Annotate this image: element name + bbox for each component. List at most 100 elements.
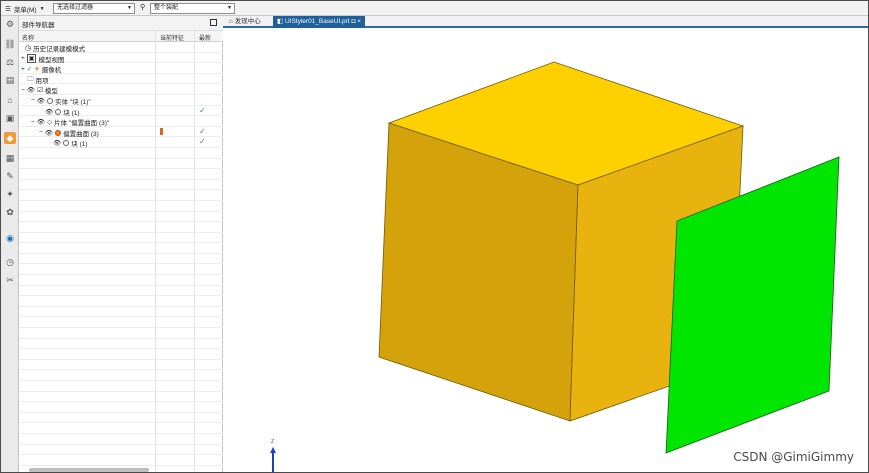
tree-row[interactable]: − 👁 偏置曲面 (3) ✓ (19, 127, 223, 138)
empty-row (19, 360, 223, 371)
tree-row-label: 模型视图 (38, 56, 65, 64)
pin-icon[interactable]: ◘ (351, 18, 355, 25)
tree-row[interactable]: − 👁 ☑ 模型 (19, 84, 223, 95)
assembly-scope-select[interactable]: 整个装配 ▼ (150, 3, 235, 14)
tree-row[interactable]: − 👁 ◇ 片体 "偏置曲面 (3)" (19, 116, 223, 127)
eye-icon[interactable]: 👁 (45, 108, 53, 116)
assembly-navigator-icon[interactable]: ⛓ (4, 38, 16, 50)
empty-row (19, 222, 223, 233)
window-frame: ☰ 菜单(M) ▼ 无选择过滤器 ▼ ⚲ 整个装配 ▼ ⚙ ⛓ ⚖ ▤ ⌂ ▣ … (0, 0, 869, 473)
roles-icon[interactable]: ✿ (4, 206, 16, 218)
empty-row (19, 339, 223, 350)
tree-row-label: 块 (1) (71, 141, 88, 149)
model-canvas[interactable] (223, 30, 868, 473)
empty-row (19, 286, 223, 297)
collapse-icon[interactable]: − (31, 119, 35, 126)
empty-row (19, 275, 223, 286)
eye-icon[interactable]: 👁 (37, 97, 45, 105)
system-scenes-icon[interactable]: ✂ (4, 274, 16, 286)
z-axis-arrow (270, 447, 276, 453)
empty-row (19, 264, 223, 276)
menu-button[interactable]: ☰ 菜单(M) ▼ (5, 3, 45, 14)
empty-row (19, 159, 223, 170)
tab-home[interactable]: ⌂ 发现中心 (225, 16, 265, 28)
clock-icon[interactable]: ◷ (4, 256, 16, 268)
empty-row (19, 423, 223, 434)
reuse-library-icon[interactable]: ⌂ (4, 94, 16, 106)
view-manager-icon[interactable]: ▣ (4, 112, 16, 124)
home-icon: ⌂ (229, 18, 233, 25)
tree-row[interactable]: 👁 块 (1) ✓ (19, 106, 223, 117)
expand-icon[interactable]: + (21, 66, 25, 73)
column-name[interactable]: 名称 (22, 33, 34, 42)
tab-home-label: 发现中心 (234, 18, 261, 25)
empty-row (19, 190, 223, 201)
watermark: CSDN @GimiGimmy (733, 450, 854, 464)
current-feature-marker (160, 127, 163, 135)
navigator-title: 部件导航器 (22, 22, 55, 29)
column-up-to-date[interactable]: 最新 (199, 33, 211, 42)
empty-row (19, 169, 223, 180)
empty-row (19, 392, 223, 403)
maximize-icon[interactable] (210, 19, 217, 26)
checkbox-icon[interactable]: ☑ (37, 86, 43, 94)
hamburger-icon: ☰ (5, 5, 11, 13)
column-current-feature[interactable]: 当前特征 (160, 33, 184, 42)
part-navigator-icon[interactable]: ▤ (4, 74, 16, 86)
eye-icon[interactable]: 👁 (37, 118, 45, 126)
tree-row-label: 模型 (44, 88, 58, 96)
camera-icon: ✈ (34, 66, 40, 74)
tree-row[interactable]: ◷ 历史记录建模模式 (19, 42, 223, 53)
tree-row[interactable]: 👁 块 (1) ✓ (19, 137, 223, 148)
tab-active-part[interactable]: ◧ UIStyler01_BaseUI.prt ◘ × (273, 16, 365, 28)
empty-row (19, 413, 223, 424)
chevron-down-icon: ▼ (127, 5, 132, 11)
tree-row[interactable]: + ▣ 模型视图 (19, 53, 223, 64)
eye-icon[interactable]: 👁 (45, 129, 53, 137)
block-icon (63, 140, 70, 147)
close-icon[interactable]: × (357, 18, 361, 25)
expand-icon[interactable]: + (21, 55, 25, 62)
history-icon[interactable]: ◆ (4, 132, 16, 144)
settings-icon[interactable]: ⚙ (4, 18, 16, 30)
filter-icon[interactable]: ⚲ (140, 3, 145, 11)
up-to-date-check-icon: ✓ (199, 137, 206, 147)
selection-filter-select[interactable]: 无选择过滤器 ▼ (53, 3, 135, 14)
menu-label: 菜单(M) (13, 6, 37, 14)
collapse-icon[interactable]: − (39, 129, 43, 136)
empty-row (19, 201, 223, 212)
up-to-date-check-icon: ✓ (199, 105, 206, 115)
collapse-icon[interactable]: − (21, 87, 25, 94)
assembly-scope-value: 整个装配 (154, 5, 179, 11)
eye-icon[interactable]: 👁 (27, 86, 35, 94)
up-to-date-check-icon: ✓ (199, 126, 206, 136)
top-toolbar: ☰ 菜单(M) ▼ 无选择过滤器 ▼ ⚲ 整个装配 ▼ (1, 1, 868, 16)
navigator-titlebar: 部件导航器 (19, 16, 223, 31)
part-icon: ◧ (277, 18, 284, 25)
tree-row-label: 偏置曲面 (3) (63, 130, 99, 138)
empty-row (19, 148, 223, 159)
checkbox-icon[interactable]: ✓ (27, 65, 32, 73)
eye-icon[interactable]: 👁 (53, 139, 61, 147)
empty-row (19, 445, 223, 456)
tree-row[interactable]: 🗀 用项 (19, 74, 223, 85)
view-icon: ▣ (26, 54, 37, 64)
tree-row[interactable]: + ✓ ✈ 摄像机 (19, 63, 223, 74)
web-browser-icon[interactable]: ◉ (4, 232, 16, 244)
empty-row (19, 317, 223, 329)
empty-row (19, 349, 223, 360)
process-studio-icon[interactable]: ✎ (4, 170, 16, 182)
constraint-navigator-icon[interactable]: ⚖ (4, 56, 16, 68)
tree-row[interactable]: − 👁 实体 "块 (1)" (19, 95, 223, 106)
z-axis-label: Z (271, 439, 275, 445)
collapse-icon[interactable]: − (31, 97, 35, 104)
palette-icon[interactable]: ▦ (4, 152, 16, 164)
solid-icon (47, 97, 54, 104)
horizontal-scrollbar[interactable] (29, 468, 149, 472)
document-tabs: ⌂ 发现中心 ◧ UIStyler01_BaseUI.prt ◘ × (223, 16, 868, 28)
empty-row (19, 296, 223, 307)
graphics-viewport[interactable]: Z CSDN @GimiGimmy (223, 30, 868, 473)
manufacturing-icon[interactable]: ✦ (4, 188, 16, 200)
chevron-down-icon: ▼ (39, 5, 45, 12)
part-navigator: 部件导航器 名称 当前特征 最新 ◷ 历史记录建模模式 + ▣ 模型视图 + ✓… (19, 16, 223, 472)
